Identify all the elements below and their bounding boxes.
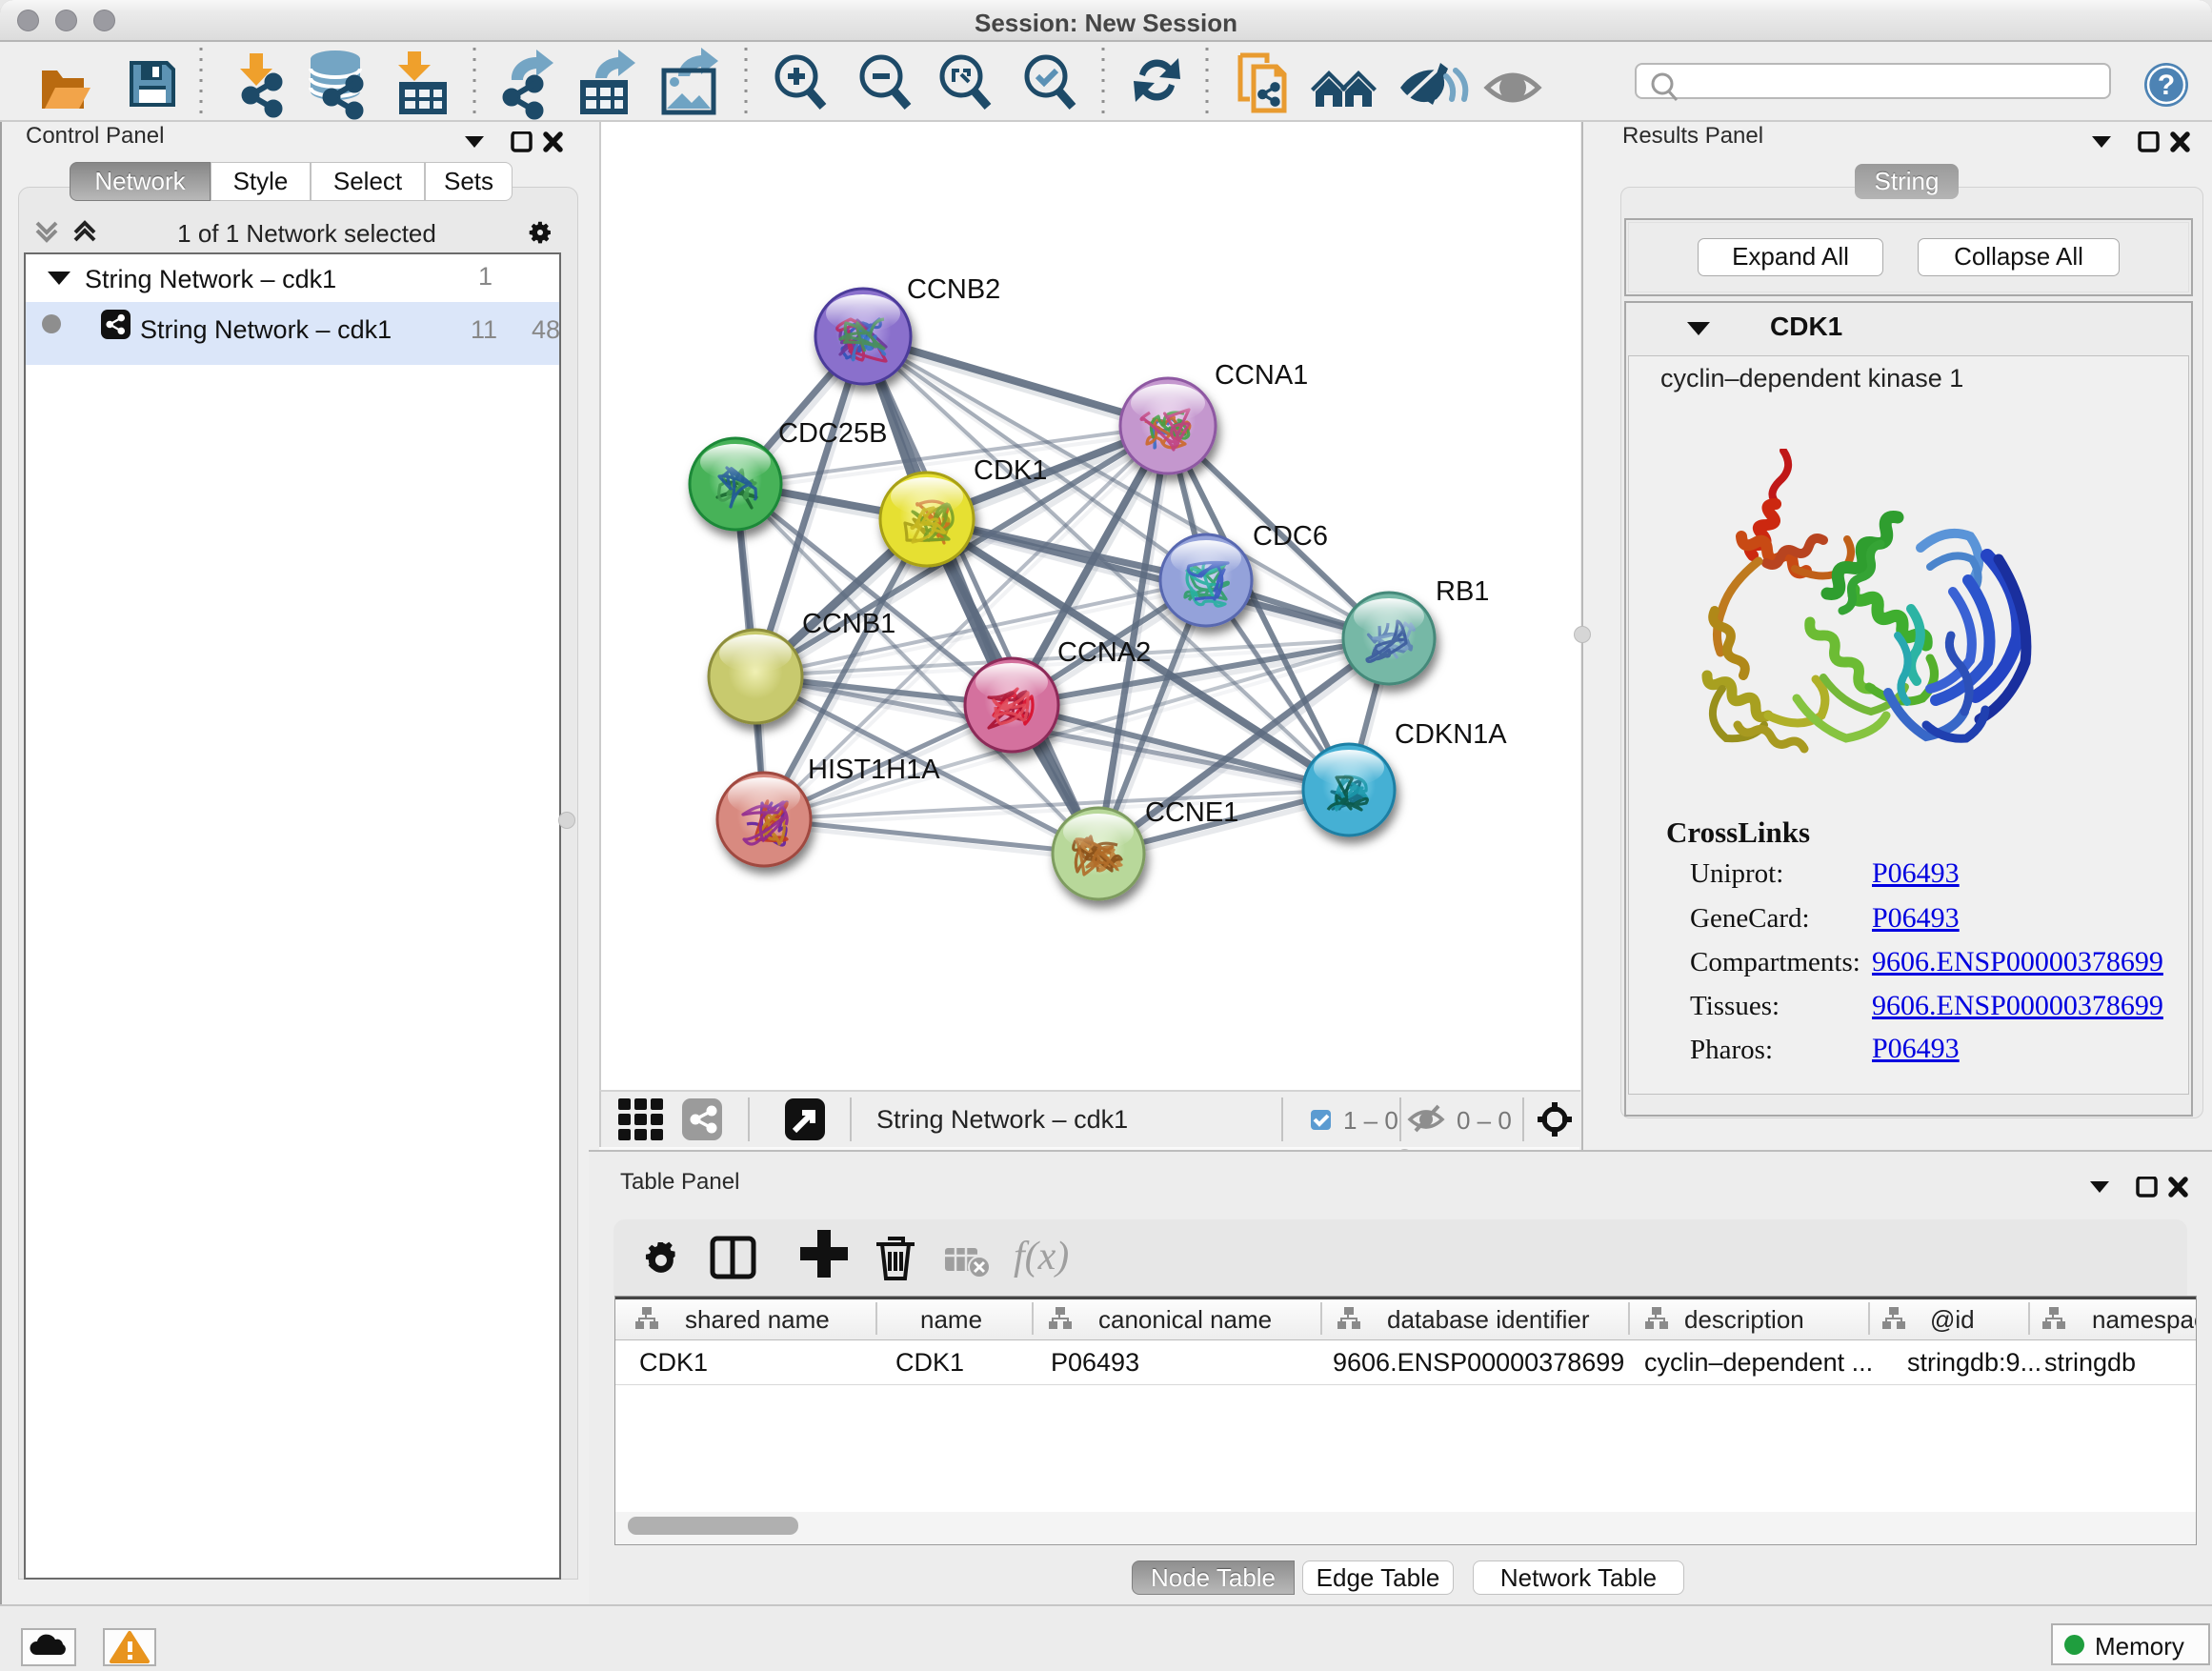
svg-text:CDC6: CDC6: [1253, 521, 1328, 552]
svg-text:RB1: RB1: [1436, 576, 1489, 607]
svg-text:HIST1H1A: HIST1H1A: [808, 755, 940, 785]
svg-text:CCNE1: CCNE1: [1145, 797, 1238, 828]
svg-text:CDKN1A: CDKN1A: [1395, 719, 1507, 750]
svg-text:description: description: [1684, 1305, 1804, 1334]
svg-text:name: name: [920, 1305, 982, 1334]
svg-text:database identifier: database identifier: [1387, 1305, 1590, 1334]
svg-text:CDC25B: CDC25B: [778, 418, 887, 449]
svg-text:@id: @id: [1930, 1305, 1975, 1334]
svg-text:CCNB2: CCNB2: [907, 274, 1000, 305]
svg-text:namespac: namespac: [2092, 1305, 2196, 1334]
svg-text:CCNB1: CCNB1: [802, 609, 895, 639]
svg-text:CCNA2: CCNA2: [1057, 637, 1151, 668]
svg-text:canonical name: canonical name: [1098, 1305, 1272, 1334]
svg-text:CCNA1: CCNA1: [1215, 360, 1308, 391]
svg-text:f(x): f(x): [1014, 1235, 1069, 1278]
svg-text:shared name: shared name: [685, 1305, 830, 1334]
svg-text:?: ?: [2158, 70, 2175, 101]
svg-text:CDK1: CDK1: [974, 455, 1047, 486]
